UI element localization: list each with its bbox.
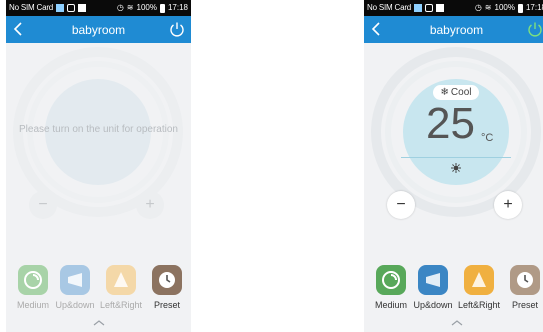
app-icon: [425, 4, 434, 12]
preset-clock-icon: [510, 265, 540, 295]
unit-off-message: Please turn on the unit for operation: [19, 124, 178, 135]
updown-swing-label: Up&down: [413, 300, 453, 310]
preset-label: Preset: [153, 300, 180, 310]
status-bar: No SIM Card ◷ ≋ 100% 17:18: [6, 0, 191, 16]
leftright-swing-label: Left&Right: [457, 300, 501, 310]
updown-swing-button[interactable]: Up&down: [409, 265, 457, 310]
decrease-temp-button[interactable]: −: [29, 191, 57, 219]
expand-up-icon[interactable]: [92, 318, 106, 327]
back-icon[interactable]: [10, 19, 28, 39]
leftright-swing-button[interactable]: Left&Right: [97, 265, 145, 310]
clock-time: 17:18: [525, 3, 543, 12]
fan-indicator-icon: [451, 163, 461, 173]
battery-icon: [517, 3, 523, 13]
app-header: babyroom: [6, 16, 191, 43]
phone-screen-on: No SIM Card ◷ ≋ 100% 17:18 babyroom ❄ Co…: [364, 0, 543, 332]
phone-screen-off: No SIM Card ◷ ≋ 100% 17:18 babyroom Plea…: [6, 0, 191, 332]
increase-temp-button[interactable]: +: [494, 191, 522, 219]
decrease-temp-button[interactable]: −: [387, 191, 415, 219]
updown-swing-label: Up&down: [55, 300, 95, 310]
fan-speed-label: Medium: [374, 300, 407, 310]
mode-label: Cool: [450, 87, 472, 98]
alarm-icon: ◷: [474, 3, 482, 12]
clock-time: 17:18: [167, 3, 188, 12]
preset-clock-icon: [152, 265, 182, 295]
preset-button[interactable]: Preset: [143, 265, 191, 310]
preset-button[interactable]: Preset: [501, 265, 543, 310]
app-header: babyroom: [364, 16, 543, 43]
notification-icon: [56, 4, 65, 12]
snowflake-icon: ❄: [440, 87, 449, 98]
battery-icon: [159, 3, 165, 13]
function-bar: Medium Up&down Left&Right Preset: [6, 265, 191, 315]
status-bar: No SIM Card ◷ ≋ 100% 17:18: [364, 0, 543, 16]
power-icon[interactable]: [526, 20, 543, 38]
page-title: babyroom: [429, 22, 484, 37]
temperature-unit: °C: [481, 132, 494, 144]
fan-speed-icon: [18, 265, 48, 295]
alarm-icon: ◷: [116, 3, 124, 12]
fan-speed-button[interactable]: Medium: [9, 265, 57, 310]
leftright-swing-icon: [464, 265, 494, 295]
expand-up-icon[interactable]: [450, 318, 464, 327]
battery-percent: 100%: [494, 3, 515, 12]
power-icon[interactable]: [168, 20, 186, 38]
updown-swing-icon: [418, 265, 448, 295]
fan-speed-icon: [376, 265, 406, 295]
leftright-swing-button[interactable]: Left&Right: [455, 265, 503, 310]
image-icon: [78, 4, 87, 12]
fan-speed-label: Medium: [16, 300, 49, 310]
increase-temp-button[interactable]: +: [136, 191, 164, 219]
page-title: babyroom: [71, 22, 126, 37]
updown-swing-button[interactable]: Up&down: [51, 265, 99, 310]
preset-label: Preset: [511, 300, 538, 310]
leftright-swing-icon: [106, 265, 136, 295]
notification-icon: [414, 4, 423, 12]
carrier-label: No SIM Card: [9, 3, 54, 12]
back-icon[interactable]: [368, 19, 386, 39]
dial-divider: [401, 157, 511, 158]
wifi-icon: ≋: [126, 3, 134, 12]
app-icon: [67, 4, 76, 12]
updown-swing-icon: [60, 265, 90, 295]
function-bar: Medium Up&down Left&Right Preset: [364, 265, 543, 315]
temperature-value: 25: [426, 99, 475, 148]
leftright-swing-label: Left&Right: [99, 300, 143, 310]
image-icon: [436, 4, 445, 12]
fan-speed-button[interactable]: Medium: [367, 265, 415, 310]
mode-badge[interactable]: ❄ Cool: [433, 85, 479, 100]
battery-percent: 100%: [136, 3, 157, 12]
carrier-label: No SIM Card: [367, 3, 412, 12]
wifi-icon: ≋: [484, 3, 492, 12]
